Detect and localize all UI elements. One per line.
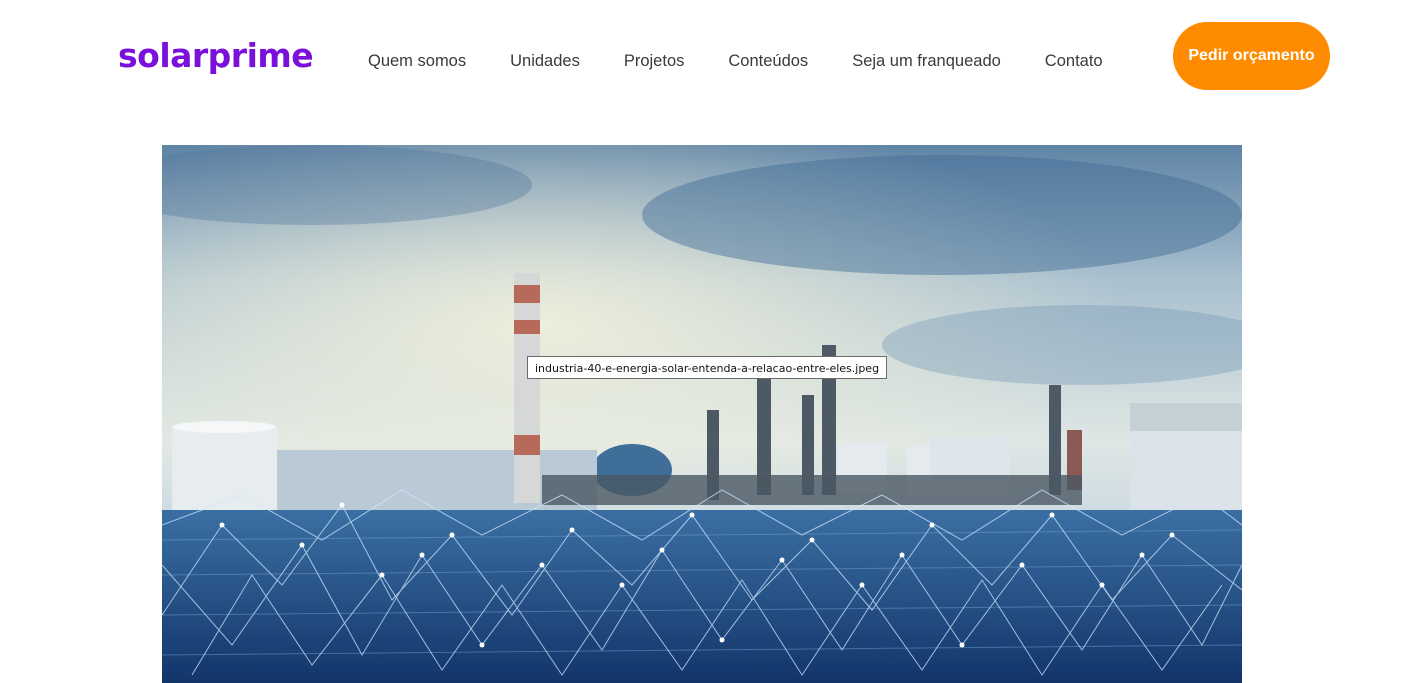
nav-item-quem-somos[interactable]: Quem somos bbox=[368, 49, 466, 73]
nav-item-seja-um-franqueado[interactable]: Seja um franqueado bbox=[852, 49, 1001, 73]
hero-image bbox=[162, 145, 1242, 683]
nav-item-conteudos[interactable]: Conteúdos bbox=[728, 49, 808, 73]
nav-item-projetos[interactable]: Projetos bbox=[624, 49, 685, 73]
image-filename-tooltip: industria-40-e-energia-solar-entenda-a-r… bbox=[527, 356, 888, 379]
site-header: solarprime Quem somos Unidades Projetos … bbox=[0, 0, 1416, 120]
nav-item-unidades[interactable]: Unidades bbox=[510, 49, 580, 73]
solarprime-logo[interactable]: solarprime bbox=[118, 34, 314, 78]
main-nav: Quem somos Unidades Projetos Conteúdos S… bbox=[368, 49, 1103, 73]
pedir-orcamento-button[interactable]: Pedir orçamento bbox=[1173, 22, 1330, 90]
industry-solar-illustration bbox=[162, 145, 1242, 683]
nav-item-contato[interactable]: Contato bbox=[1045, 49, 1103, 73]
